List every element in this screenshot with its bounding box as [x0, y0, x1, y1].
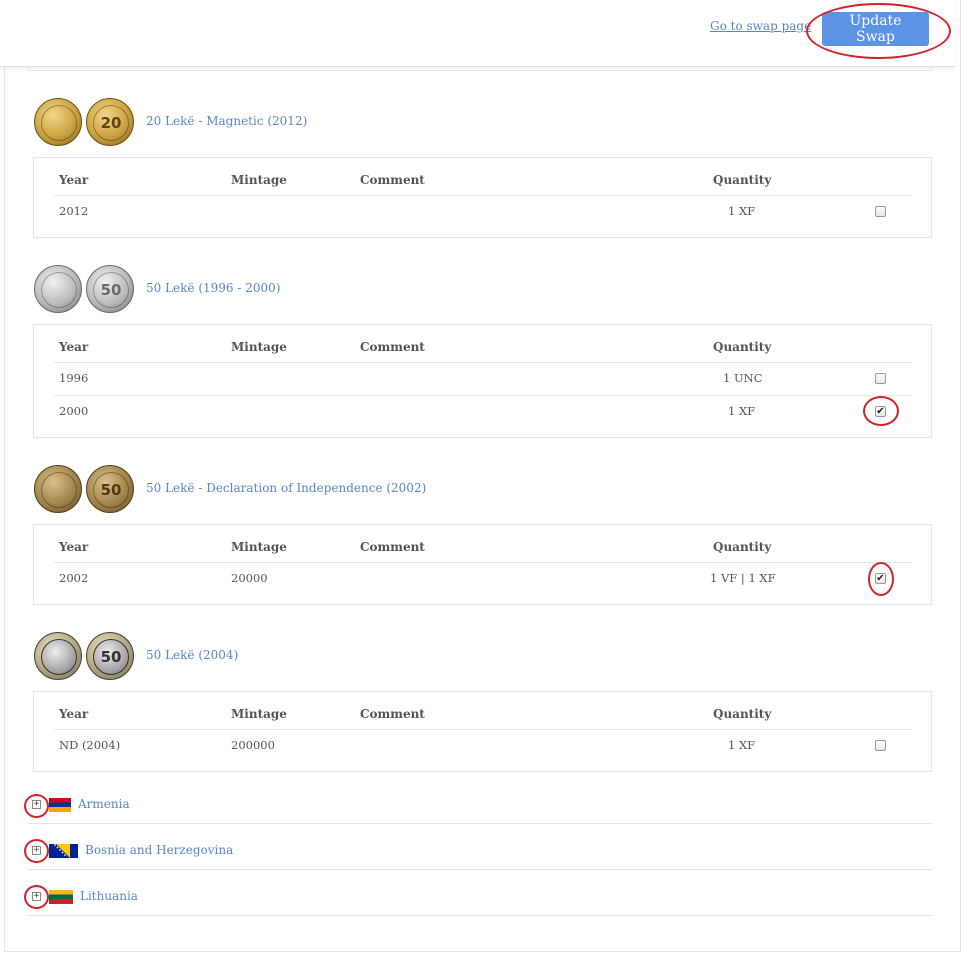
coin-obverse-face: [41, 472, 77, 508]
column-header-quantity: Quantity: [713, 173, 772, 187]
row-mintage: 20000: [231, 571, 268, 585]
coin-title-link[interactable]: 20 Lekë - Magnetic (2012): [146, 114, 307, 128]
row-quantity: 1 XF: [728, 404, 756, 418]
coin-reverse-image[interactable]: 50: [86, 465, 134, 513]
coin-table: Year Mintage Comment Quantity 1996 1 UNC…: [33, 324, 932, 438]
update-swap-button[interactable]: Update Swap: [822, 12, 929, 46]
bosnia-flag-icon: [49, 844, 78, 858]
column-header-comment: Comment: [360, 340, 425, 354]
bosnia-flag-graphic: [54, 844, 70, 858]
column-header-year: Year: [59, 173, 89, 187]
swap-checkbox-checked[interactable]: ✔: [875, 406, 886, 417]
expand-plus-icon[interactable]: +: [32, 800, 41, 809]
row-quantity: 1 UNC: [723, 371, 763, 385]
coin-title-link[interactable]: 50 Lekë (1996 - 2000): [146, 281, 280, 295]
coin-reverse-image[interactable]: 50: [86, 632, 134, 680]
coin-reverse-face: 50: [93, 639, 129, 675]
country-name-link[interactable]: Bosnia and Herzegovina: [85, 843, 233, 857]
previous-section-border: [28, 66, 932, 71]
header-divider: [54, 195, 912, 196]
column-header-year: Year: [59, 540, 89, 554]
coin-obverse-image[interactable]: [34, 632, 82, 680]
country-name-link[interactable]: Lithuania: [80, 889, 138, 903]
header-divider: [54, 362, 912, 363]
coin-obverse-image[interactable]: [34, 265, 82, 313]
country-row-armenia: + Armenia: [28, 778, 932, 824]
column-header-comment: Comment: [360, 173, 425, 187]
coin-table: Year Mintage Comment Quantity 2012 1 XF: [33, 157, 932, 238]
row-year: 2012: [59, 204, 89, 218]
coin-reverse-image[interactable]: 20: [86, 98, 134, 146]
coin-table: Year Mintage Comment Quantity ND (2004) …: [33, 691, 932, 772]
expand-plus-icon[interactable]: +: [32, 846, 41, 855]
swap-checkbox[interactable]: [875, 206, 886, 217]
go-to-swap-page-link[interactable]: Go to swap page: [710, 19, 811, 33]
column-header-mintage: Mintage: [231, 173, 287, 187]
swap-toolbar: Go to swap page Update Swap: [0, 0, 955, 67]
armenia-flag-icon: [49, 798, 71, 812]
coin-obverse-face: [41, 639, 77, 675]
country-row-lithuania: + Lithuania: [28, 870, 932, 916]
coin-reverse-image[interactable]: 50: [86, 265, 134, 313]
coin-title-link[interactable]: 50 Lekë (2004): [146, 648, 238, 662]
coin-table: Year Mintage Comment Quantity 2002 20000…: [33, 524, 932, 605]
coin-obverse-image[interactable]: [34, 98, 82, 146]
header-divider: [54, 562, 912, 563]
header-divider: [54, 729, 912, 730]
row-divider: [54, 395, 912, 396]
row-quantity: 1 XF: [728, 738, 756, 752]
coin-reverse-face: 20: [93, 105, 129, 141]
column-header-quantity: Quantity: [713, 540, 772, 554]
country-row-bosnia: + Bosnia and Herzegovina: [28, 824, 932, 870]
swap-checkbox-checked[interactable]: ✔: [875, 573, 886, 584]
coin-obverse-face: [41, 105, 77, 141]
row-quantity: 1 VF | 1 XF: [710, 571, 776, 585]
column-header-year: Year: [59, 707, 89, 721]
column-header-quantity: Quantity: [713, 707, 772, 721]
row-year: 2000: [59, 404, 89, 418]
row-quantity: 1 XF: [728, 204, 756, 218]
column-header-quantity: Quantity: [713, 340, 772, 354]
row-year: 1996: [59, 371, 89, 385]
swap-checkbox[interactable]: [875, 740, 886, 751]
column-header-comment: Comment: [360, 540, 425, 554]
expand-plus-icon[interactable]: +: [32, 892, 41, 901]
coin-obverse-face: [41, 272, 77, 308]
swap-checkbox[interactable]: [875, 373, 886, 384]
row-year: ND (2004): [59, 738, 121, 752]
row-mintage: 200000: [231, 738, 275, 752]
column-header-year: Year: [59, 340, 89, 354]
coin-title-link[interactable]: 50 Lekë - Declaration of Independence (2…: [146, 481, 426, 495]
column-header-mintage: Mintage: [231, 540, 287, 554]
column-header-mintage: Mintage: [231, 707, 287, 721]
row-year: 2002: [59, 571, 89, 585]
column-header-comment: Comment: [360, 707, 425, 721]
coin-reverse-face: 50: [93, 472, 129, 508]
country-name-link[interactable]: Armenia: [78, 797, 130, 811]
coin-reverse-face: 50: [93, 272, 129, 308]
column-header-mintage: Mintage: [231, 340, 287, 354]
coin-obverse-image[interactable]: [34, 465, 82, 513]
lithuania-flag-icon: [49, 890, 73, 904]
